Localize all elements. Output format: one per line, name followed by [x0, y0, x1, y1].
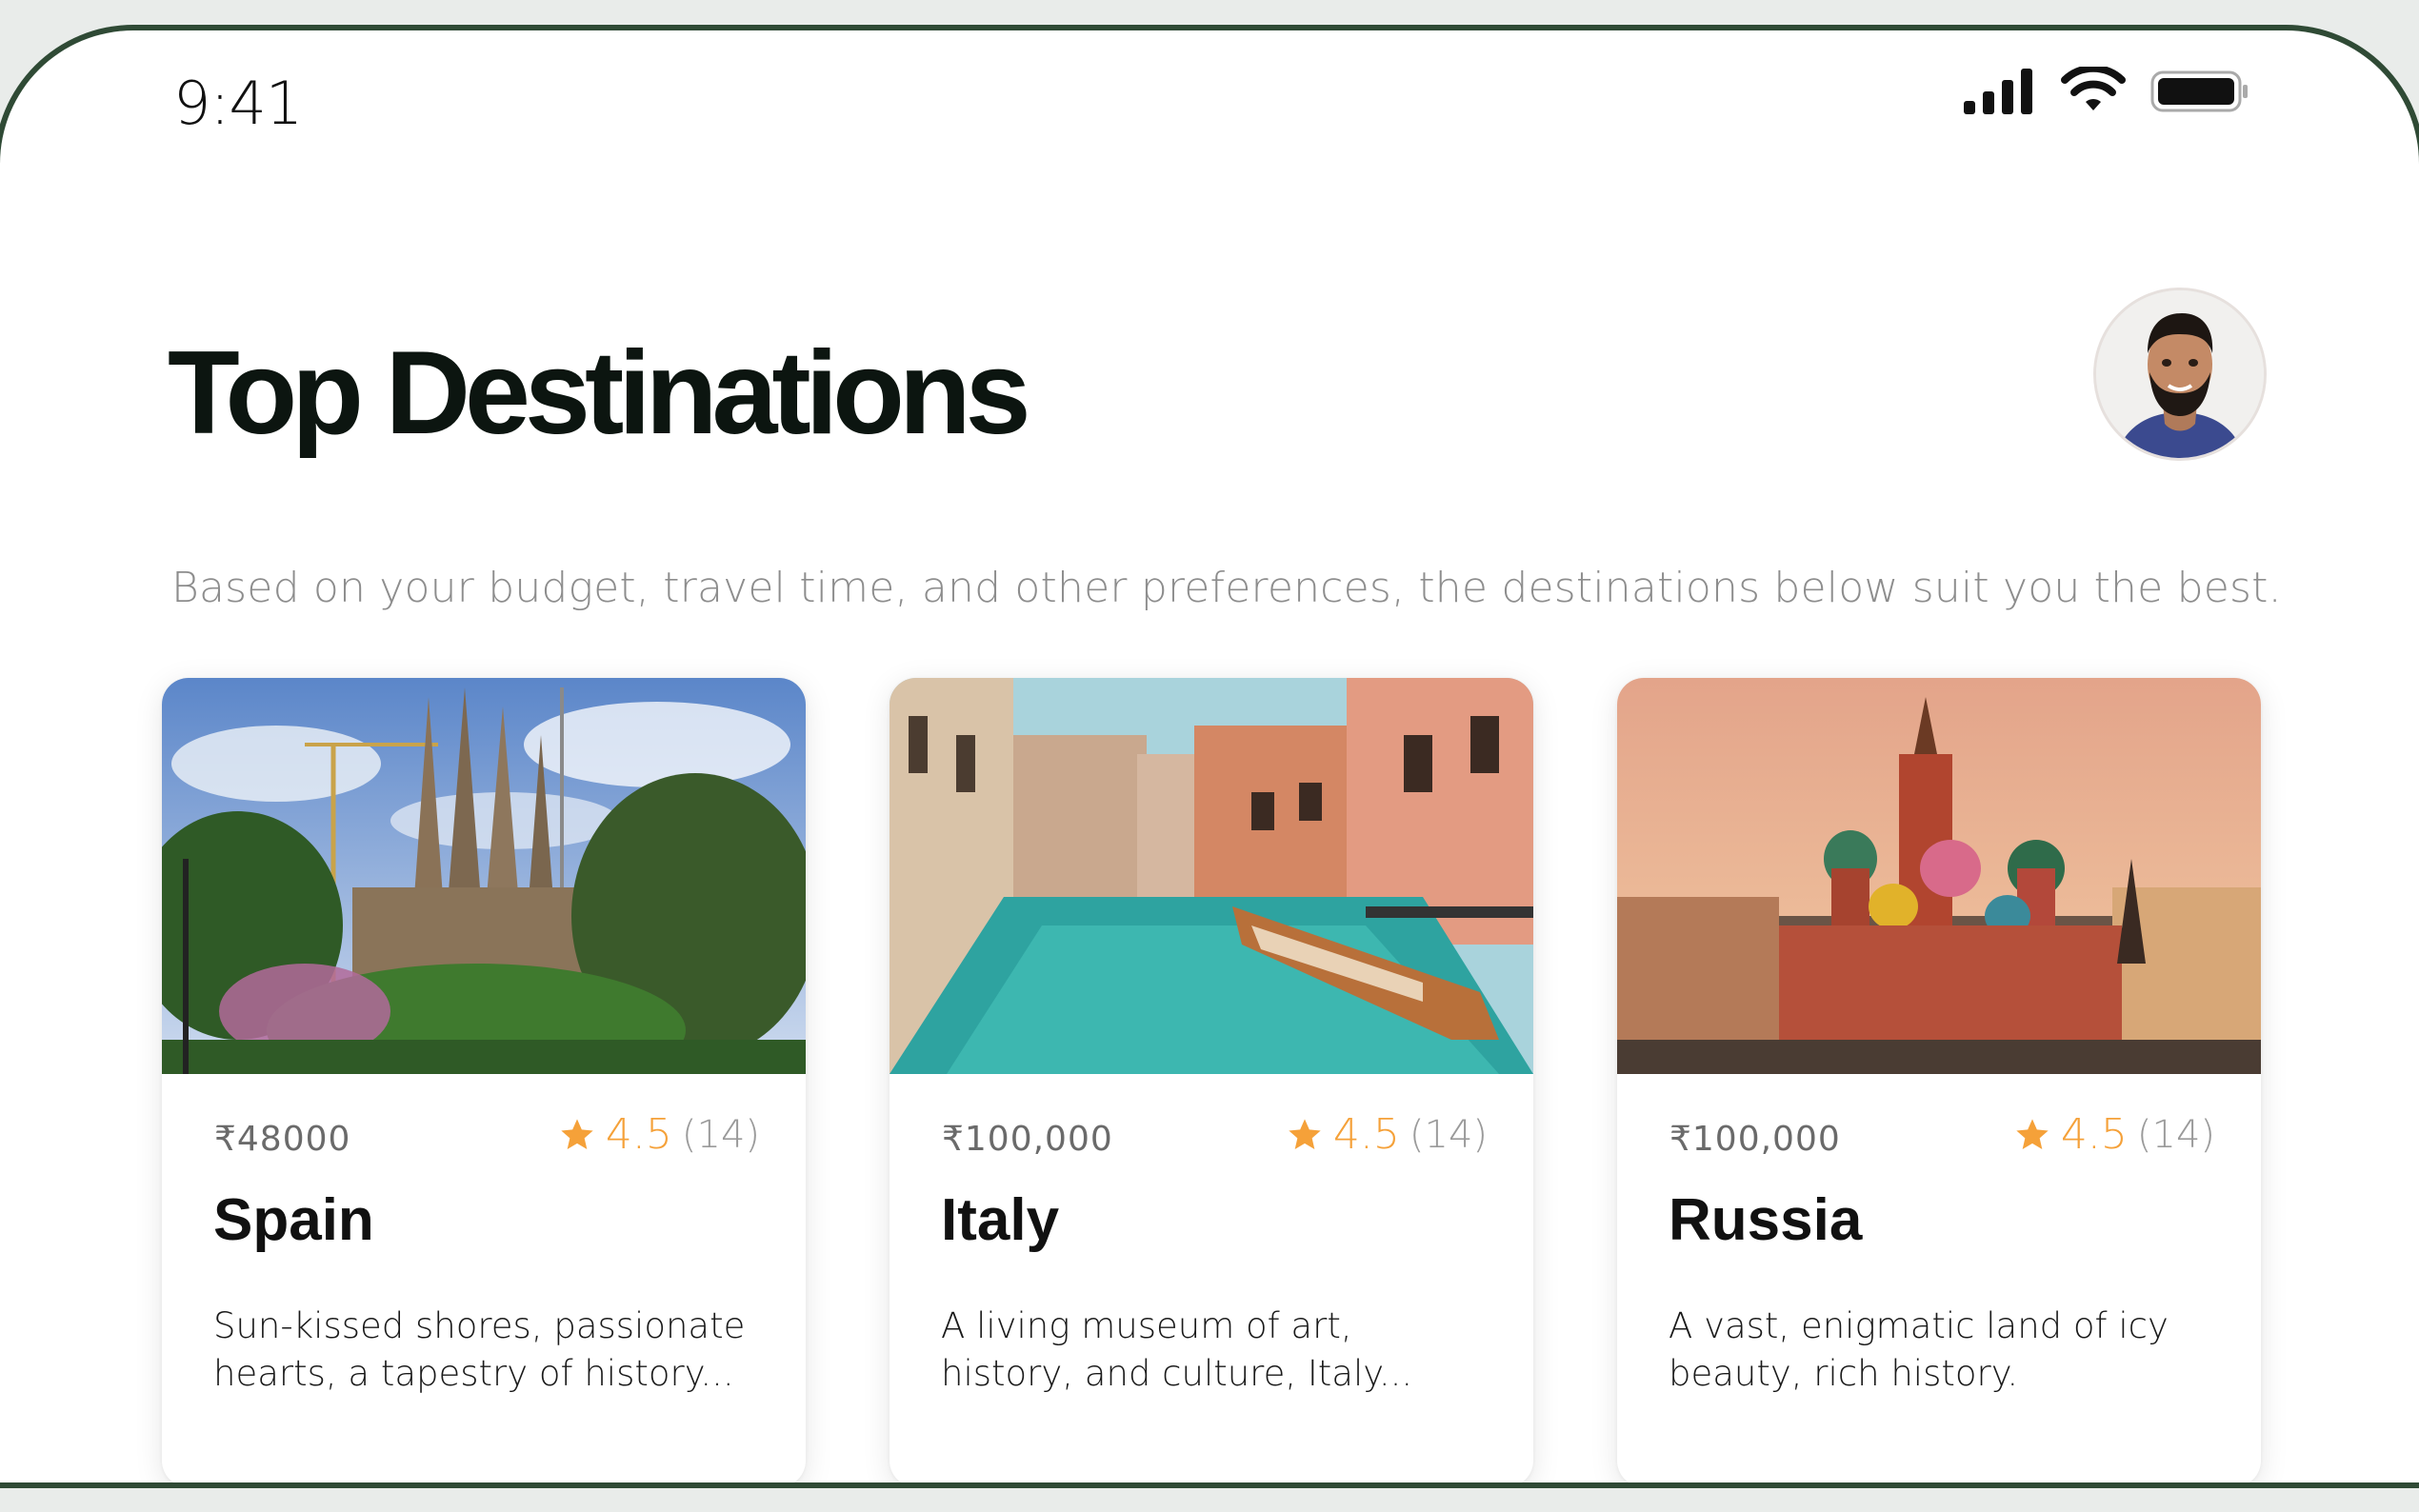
battery-icon [2150, 70, 2248, 112]
star-icon [561, 1118, 593, 1149]
page-header: Top Destinations [168, 288, 2267, 478]
status-bar: 9:41 [0, 30, 2419, 164]
rating-value: 4.5 [2060, 1110, 2128, 1159]
review-count: (14) [2136, 1112, 2215, 1157]
destination-card-russia[interactable]: ₹100,000 4.5 (14) Russia A vast, enigmat… [1617, 678, 2261, 1482]
star-icon [1289, 1118, 1321, 1149]
card-body: ₹100,000 4.5 (14) Russia A vast, enigmat… [1617, 1074, 2261, 1482]
avatar-image [2096, 290, 2264, 458]
avatar[interactable] [2093, 288, 2267, 461]
destination-card-spain[interactable]: ₹48000 4.5 (14) Spain Sun-kissed shores,… [162, 678, 806, 1482]
destination-card-italy[interactable]: ₹100,000 4.5 (14) Italy A living museum … [890, 678, 1533, 1482]
destination-cards: ₹48000 4.5 (14) Spain Sun-kissed shores,… [162, 678, 2261, 1482]
review-count: (14) [681, 1112, 760, 1157]
price-label: ₹48000 [214, 1120, 351, 1159]
destination-description: A vast, enigmatic land of icy beauty, ri… [1669, 1305, 2169, 1394]
card-body: ₹48000 4.5 (14) Spain Sun-kissed shores,… [162, 1074, 806, 1482]
destination-name: Italy [941, 1187, 1060, 1253]
rating-value: 4.5 [605, 1110, 672, 1159]
st-basils-cathedral-photo [1617, 678, 2261, 1074]
rating: 4.5 (14) [1286, 1110, 1488, 1159]
destination-description: A living museum of art, history, and cul… [941, 1305, 1413, 1394]
page-title: Top Destinations [168, 328, 1031, 459]
rating: 4.5 (14) [2013, 1110, 2215, 1159]
status-time: 9:41 [173, 69, 303, 138]
rating-value: 4.5 [1332, 1110, 1400, 1159]
sagrada-familia-photo [162, 678, 806, 1074]
destination-name: Russia [1669, 1187, 1863, 1253]
wifi-icon [2061, 67, 2126, 110]
status-icons [1964, 67, 2249, 114]
star-icon [2016, 1118, 2049, 1149]
price-label: ₹100,000 [1669, 1120, 1841, 1159]
phone-screen: 9:41 Top Destinations Based on your budg… [0, 30, 2419, 1482]
venice-canal-photo [890, 678, 1533, 1074]
destination-description: Sun-kissed shores, passionate hearts, a … [213, 1305, 746, 1394]
destination-name: Spain [213, 1187, 374, 1253]
page-subtitle: Based on your budget, travel time, and o… [171, 564, 2282, 612]
review-count: (14) [1409, 1112, 1488, 1157]
price-label: ₹100,000 [942, 1120, 1113, 1159]
rating: 4.5 (14) [558, 1110, 760, 1159]
card-body: ₹100,000 4.5 (14) Italy A living museum … [890, 1074, 1533, 1482]
signal-icon [1964, 69, 2032, 114]
